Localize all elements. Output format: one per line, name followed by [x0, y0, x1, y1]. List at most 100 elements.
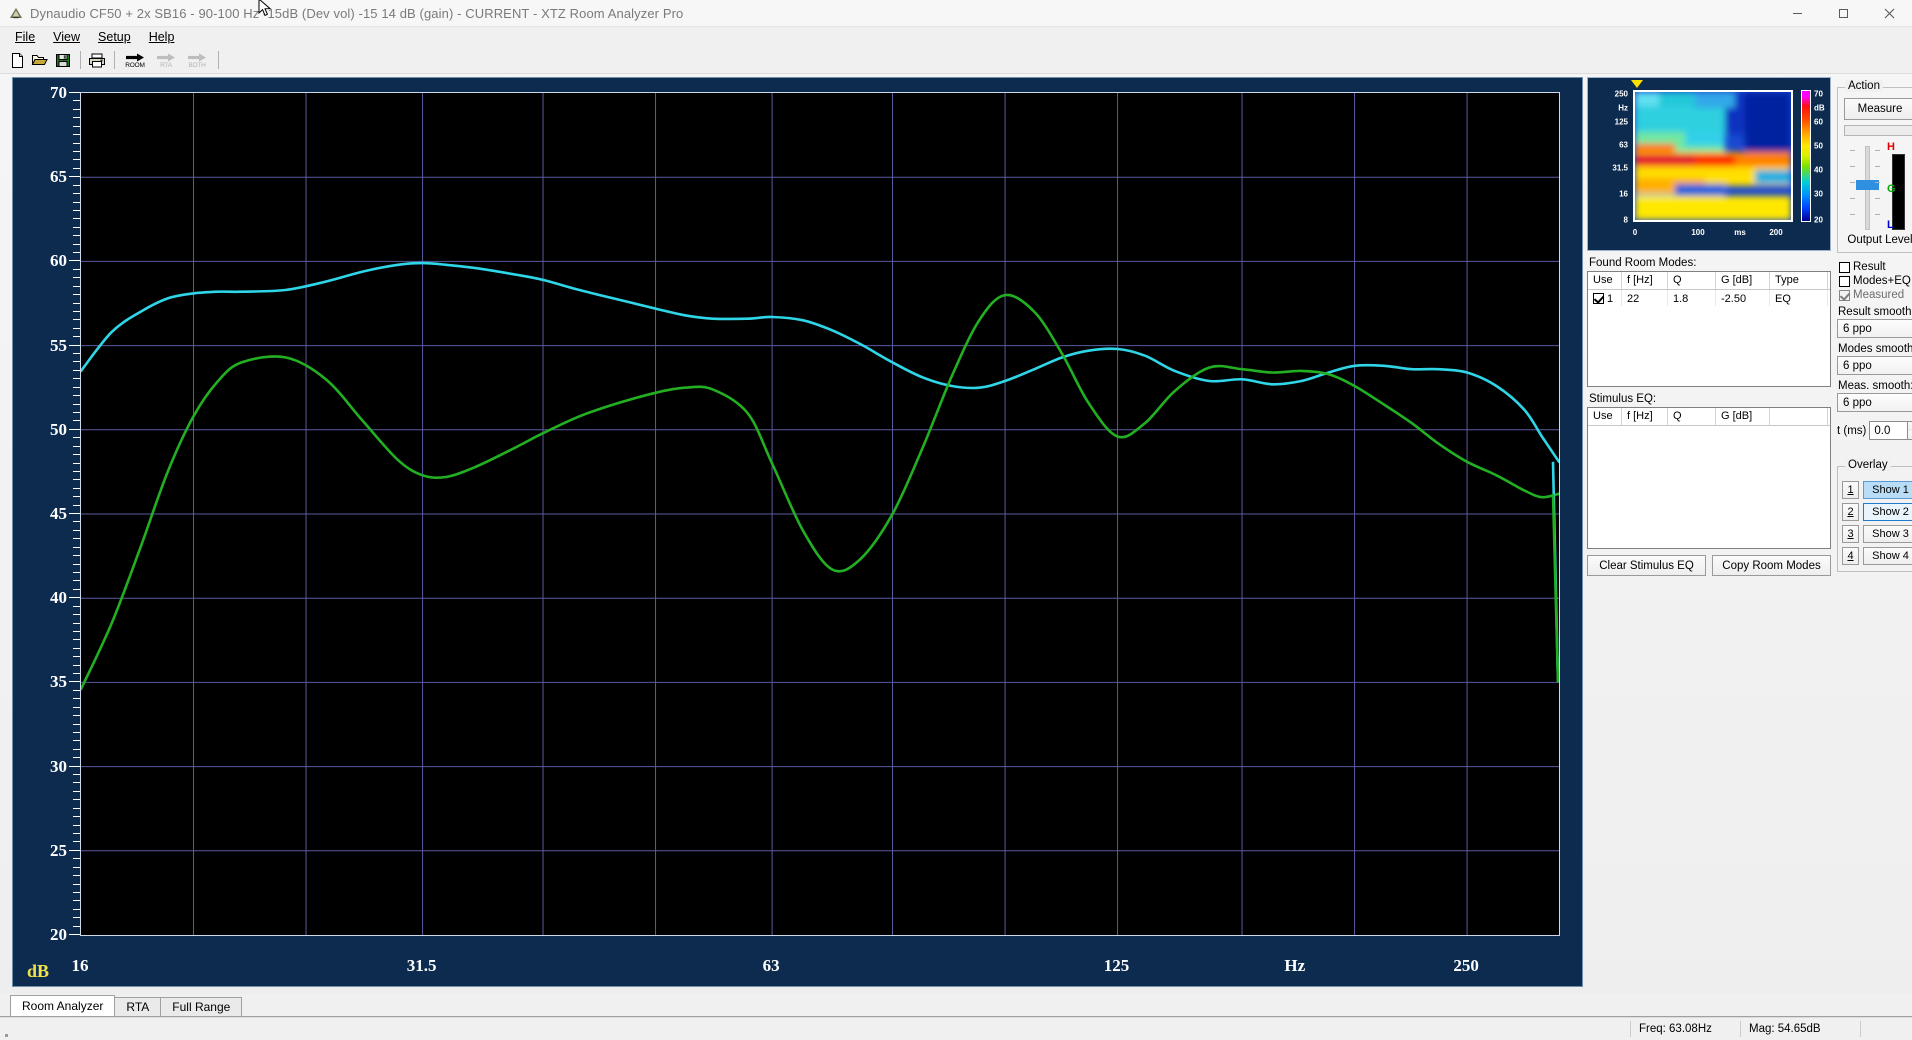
- overlay-show-2[interactable]: Show 2: [1863, 503, 1912, 521]
- menu-view[interactable]: View: [44, 28, 89, 46]
- overlay-show-1[interactable]: Show 1: [1863, 481, 1912, 499]
- y-minor-tick: [73, 555, 80, 557]
- overlay-select-1[interactable]: 1: [1842, 481, 1859, 499]
- view-tabs: Room Analyzer RTA Full Range: [0, 994, 1912, 1017]
- save-disk-icon[interactable]: [52, 49, 74, 71]
- y-minor-tick: [69, 934, 80, 935]
- result-smooth-select[interactable]: 6 ppo ▼: [1837, 319, 1912, 338]
- waterfall-colorbar-label: 20: [1814, 215, 1823, 225]
- printer-icon[interactable]: [86, 49, 108, 71]
- y-minor-tick: [69, 597, 80, 599]
- title-bar: Dynaudio CF50 + 2x SB16 - 90-100 Hz -15d…: [0, 0, 1912, 27]
- overlay-num-4: 4: [1847, 550, 1854, 562]
- spinner-up-icon[interactable]: ▲: [1908, 422, 1912, 431]
- y-minor-tick: [73, 790, 80, 792]
- y-minor-tick: [73, 900, 80, 902]
- overlay-show-3[interactable]: Show 3: [1863, 525, 1912, 543]
- found-room-modes-table[interactable]: Use f [Hz] Q G [dB] Type 1 22 1.8 -2.50 …: [1587, 271, 1831, 387]
- x-axis-unit-label: Hz: [1284, 956, 1306, 975]
- y-minor-tick: [69, 176, 80, 178]
- table-row[interactable]: 1 22 1.8 -2.50 EQ: [1588, 290, 1830, 306]
- y-minor-tick: [73, 235, 80, 237]
- y-minor-tick: [69, 765, 80, 767]
- toolbar-both-label: BOTH: [188, 61, 206, 69]
- toolbar-room-button[interactable]: ROOM: [120, 48, 150, 72]
- measured-checkbox[interactable]: [1839, 289, 1850, 301]
- menu-help[interactable]: Help: [140, 28, 184, 46]
- checkbox-measured[interactable]: Measured: [1839, 289, 1912, 301]
- modes-smooth-value: 6 ppo: [1843, 359, 1872, 372]
- stimulus-col-freq: f [Hz]: [1622, 408, 1668, 425]
- overlay-select-3[interactable]: 3: [1842, 525, 1859, 543]
- toolbar-rta-button[interactable]: RTA: [151, 48, 181, 72]
- menu-setup[interactable]: Setup: [89, 28, 140, 46]
- toolbar-both-button[interactable]: BOTH: [182, 48, 212, 72]
- y-tick-label: 25: [50, 840, 67, 860]
- y-minor-tick: [73, 546, 80, 548]
- result-smooth-label: Result smooth:: [1838, 306, 1912, 318]
- overlay-row-3: 3 Show 3: [1842, 525, 1912, 543]
- waterfall-spectrogram[interactable]: 250 Hz 125 63 31.5 16 8 0 100 ms 200 70 dB 60 50 40 30 20: [1587, 77, 1831, 251]
- y-minor-tick: [73, 664, 80, 666]
- y-minor-tick: [73, 218, 80, 220]
- maximize-button[interactable]: [1820, 0, 1866, 26]
- modes-smooth-select[interactable]: 6 ppo ▼: [1837, 356, 1912, 375]
- output-level-slider[interactable]: H G L: [1842, 141, 1912, 232]
- waterfall-colorbar-label: 70: [1814, 89, 1823, 99]
- y-tick-label: 70: [50, 83, 67, 102]
- new-document-icon[interactable]: [6, 49, 28, 71]
- time-offset-row: t (ms) 0.0 ▲ ▼: [1837, 421, 1912, 440]
- waterfall-colorbar-label: 30: [1814, 189, 1823, 199]
- overlay-select-2[interactable]: 2: [1842, 503, 1859, 521]
- modes-eq-label: Modes+EQ: [1853, 275, 1911, 287]
- y-minor-tick: [73, 816, 80, 818]
- plot-area[interactable]: [80, 92, 1560, 936]
- overlay-show-4[interactable]: Show 4: [1863, 547, 1912, 565]
- time-offset-input[interactable]: 0.0: [1869, 421, 1908, 440]
- display-options: Result Modes+EQ Measured Result smooth: …: [1837, 261, 1912, 440]
- overlay-select-4[interactable]: 4: [1842, 547, 1859, 565]
- close-button[interactable]: [1866, 0, 1912, 26]
- time-offset-spinner[interactable]: ▲ ▼: [1908, 421, 1912, 440]
- y-minor-tick: [73, 706, 80, 708]
- y-tick-label: 55: [50, 335, 67, 355]
- stimulus-col-gain: G [dB]: [1716, 408, 1770, 425]
- tab-room-analyzer[interactable]: Room Analyzer: [10, 995, 116, 1016]
- mode-use-checkbox[interactable]: [1593, 293, 1604, 304]
- stimulus-eq-table[interactable]: Use f [Hz] Q G [dB]: [1587, 407, 1831, 549]
- y-minor-tick: [73, 268, 80, 270]
- measure-button[interactable]: Measure: [1844, 98, 1912, 120]
- modes-eq-checkbox[interactable]: [1839, 275, 1850, 287]
- y-minor-tick: [69, 260, 80, 262]
- y-tick-label: 20: [50, 925, 67, 944]
- y-minor-tick: [73, 588, 80, 590]
- checkbox-modes-eq[interactable]: Modes+EQ: [1839, 275, 1912, 287]
- y-minor-tick: [73, 504, 80, 506]
- waterfall-y-label: 63: [1619, 140, 1628, 150]
- tab-full-range[interactable]: Full Range: [160, 997, 243, 1016]
- y-minor-tick: [73, 782, 80, 784]
- y-minor-tick: [69, 428, 80, 430]
- minimize-button[interactable]: [1774, 0, 1820, 26]
- frequency-response-chart[interactable]: 20 25 30 35 40 45 50 55 60 65 70 16 31.5 63 125 250 Hz …: [12, 77, 1583, 987]
- result-checkbox[interactable]: [1839, 261, 1850, 273]
- tab-rta[interactable]: RTA: [114, 997, 162, 1016]
- toolbar-separator: [80, 51, 81, 69]
- checkbox-result[interactable]: Result: [1839, 261, 1912, 273]
- status-grip-icon: [5, 1034, 8, 1037]
- spinner-down-icon[interactable]: ▼: [1908, 430, 1912, 439]
- overlay-group: Overlay 1 Show 1 2 Show 2 3 Show 3 4 Sho…: [1837, 459, 1912, 572]
- menu-file[interactable]: File: [6, 28, 44, 46]
- open-folder-icon[interactable]: [29, 49, 51, 71]
- meas-smooth-select[interactable]: 6 ppo ▼: [1837, 393, 1912, 412]
- y-tick-label: 40: [50, 588, 67, 608]
- copy-room-modes-button[interactable]: Copy Room Modes: [1712, 555, 1831, 576]
- time-marker-icon[interactable]: [1631, 80, 1643, 88]
- y-minor-tick: [73, 521, 80, 523]
- y-minor-tick: [73, 285, 80, 287]
- clear-stimulus-eq-button[interactable]: Clear Stimulus EQ: [1587, 555, 1706, 576]
- status-bar: Freq: 63.08Hz Mag: 54.65dB: [0, 1017, 1912, 1040]
- mode-use-cell[interactable]: 1: [1588, 290, 1622, 306]
- modes-col-use: Use: [1588, 272, 1622, 289]
- y-tick-label: 60: [50, 251, 67, 271]
